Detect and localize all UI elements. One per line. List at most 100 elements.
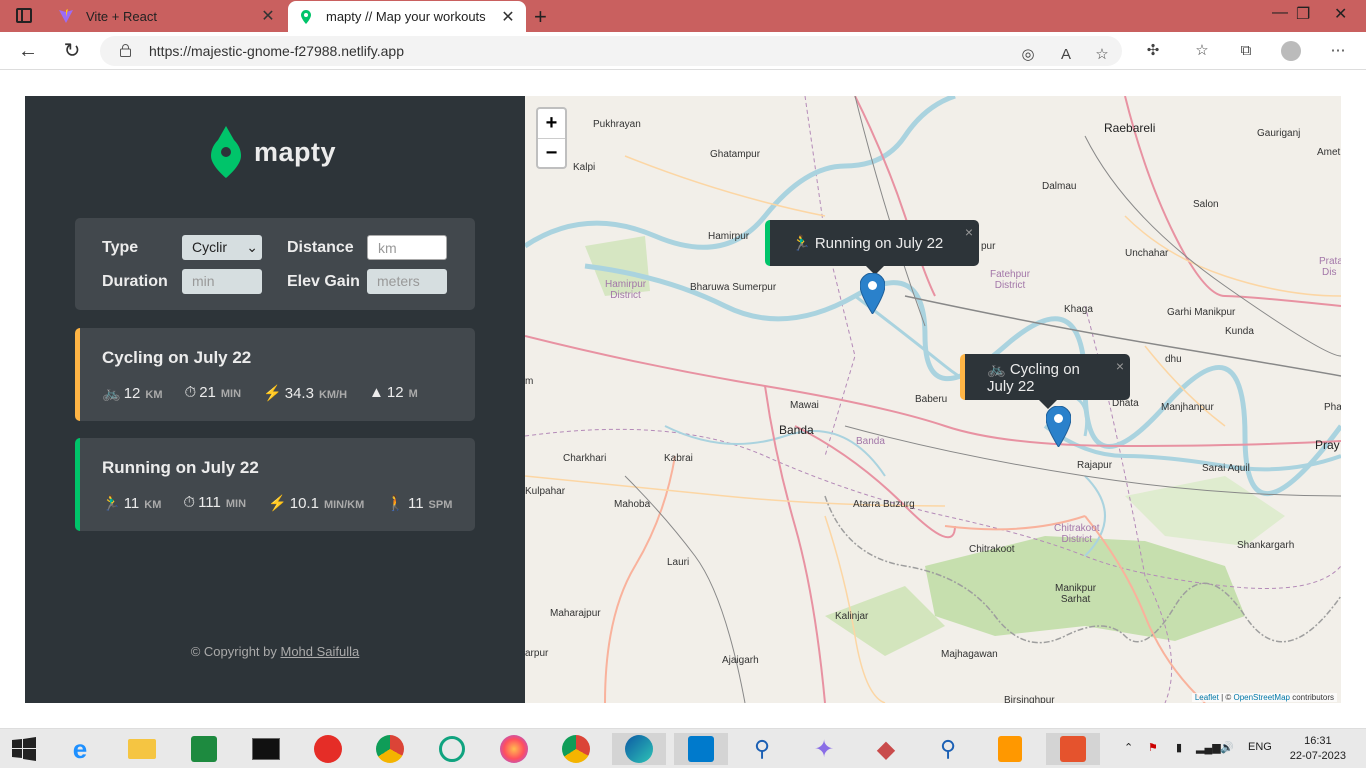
duration-input[interactable]: min (182, 269, 262, 294)
workout-item-cycling[interactable]: Cycling on July 22 🚲 12 KM ⏱ 21 MIN ⚡ 34.3 KM/… (75, 328, 475, 421)
windows-start-icon[interactable] (8, 733, 40, 765)
back-icon[interactable]: ← (14, 38, 42, 64)
vscode-icon[interactable] (674, 733, 728, 765)
type-label: Type (102, 238, 139, 256)
elev-gain-input[interactable]: meters (367, 269, 447, 294)
read-aloud-icon[interactable]: A (1056, 45, 1076, 65)
unit-label: KM/H (318, 389, 348, 401)
app-icon[interactable] (1046, 733, 1100, 765)
place-label: Unchahar (1125, 248, 1169, 259)
new-tab-button[interactable]: + (534, 4, 547, 30)
leaflet-link[interactable]: Leaflet (1195, 693, 1219, 702)
refresh-icon[interactable]: ↻ (58, 38, 86, 64)
tab-actions-icon[interactable] (16, 8, 32, 23)
language-indicator[interactable]: ENG (1248, 741, 1272, 753)
network-error-icon[interactable]: ⚑ (1148, 741, 1158, 754)
cycling-popup[interactable]: 🚲 Cycling on July 22 × (960, 354, 1130, 409)
search-icon[interactable]: ⚲ (932, 733, 964, 765)
place-label: Kalpi (573, 162, 596, 173)
footsteps-icon: 🚶 (386, 495, 405, 512)
zoom-out-button[interactable]: − (538, 138, 565, 167)
more-menu-icon[interactable]: ⋯ (1328, 41, 1348, 61)
figma-icon[interactable]: ◆ (870, 733, 902, 765)
excel-icon[interactable] (188, 733, 220, 765)
tab-title: Vite + React (86, 8, 157, 24)
unit-label: MIN (225, 498, 247, 510)
mountain-icon: ▲ (369, 384, 384, 401)
chrome-profile-icon[interactable] (560, 733, 592, 765)
map[interactable]: Pukhrayan Ghatampur Kalpi Raebareli Gaur… (525, 96, 1341, 703)
show-hidden-icons-icon[interactable]: ⌃ (1124, 741, 1133, 754)
file-explorer-icon[interactable] (126, 733, 158, 765)
running-popup[interactable]: 🏃‍♂ Running on July 22 × (765, 220, 979, 275)
place-label: Sarai Aquil (1202, 463, 1250, 474)
mapty-app: mapty Type Cyclir ⌄ Distance km Duration… (25, 96, 1341, 703)
place-label: Birsinghpur (1004, 695, 1055, 703)
search-icon[interactable]: ⚲ (746, 733, 778, 765)
unit-label: SPM (428, 499, 453, 511)
place-label: Kunda (1225, 326, 1254, 337)
workout-item-running[interactable]: Running on July 22 🏃‍♂ 11 KM ⏱ 111 MIN ⚡ 10.1… (75, 438, 475, 531)
popup-close-button[interactable]: × (1116, 358, 1124, 374)
place-label: Prata (1319, 256, 1341, 267)
logo-pin-icon (211, 126, 241, 178)
place-label: Salon (1193, 199, 1219, 210)
location-icon[interactable]: ◎ (1018, 45, 1038, 65)
author-link[interactable]: Mohd Saifulla (281, 644, 360, 659)
stopwatch-icon: ⏱ (184, 384, 197, 401)
osm-link[interactable]: OpenStreetMap (1233, 693, 1289, 702)
url-field[interactable]: https://majestic-gnome-f27988.netlify.ap… (100, 36, 1122, 66)
workout-title: Running on July 22 (102, 458, 259, 477)
volume-icon[interactable]: 🔊 (1220, 741, 1234, 754)
profile-avatar[interactable] (1281, 41, 1301, 61)
place-label: Raebareli (1104, 121, 1156, 135)
clock[interactable]: 16:31 22-07-2023 (1290, 734, 1346, 764)
workout-title: Cycling on July 22 (102, 348, 252, 367)
terminal-icon[interactable] (250, 733, 282, 765)
tab-mapty[interactable]: mapty // Map your workouts ✕ (288, 1, 526, 32)
extensions-icon[interactable]: ✣ (1143, 41, 1163, 61)
tab-close-icon[interactable]: ✕ (258, 6, 278, 26)
distance-label: Distance (287, 238, 354, 256)
distance-input[interactable]: km (367, 235, 447, 260)
zoom-in-button[interactable]: + (538, 109, 565, 138)
tab-vite-react[interactable]: Vite + React ✕ (48, 0, 286, 32)
place-label: Pray (1315, 438, 1340, 452)
place-label: Baberu (915, 394, 948, 405)
browser-tab-bar: Vite + React ✕ mapty // Map your workout… (0, 0, 1366, 32)
workout-duration: 21 (199, 384, 216, 401)
district-label: Chitrakoot District (1054, 523, 1100, 545)
type-select-value: Cyclir (192, 239, 227, 255)
map-marker-icon[interactable] (1046, 406, 1071, 447)
place-label: Mawai (790, 400, 819, 411)
battery-icon[interactable]: ▮ (1176, 741, 1182, 754)
duration-label: Duration (102, 272, 168, 290)
favorites-icon[interactable]: ☆ (1192, 41, 1212, 61)
map-marker-icon[interactable] (860, 273, 885, 314)
type-select[interactable]: Cyclir ⌄ (182, 235, 262, 260)
sublime-text-icon[interactable] (994, 733, 1026, 765)
place-label: Pha (1324, 402, 1341, 413)
edge-icon[interactable] (612, 733, 666, 765)
tab-close-icon[interactable]: ✕ (498, 7, 518, 27)
minimize-button[interactable]: — (1272, 4, 1288, 22)
place-label: Chitrakoot (969, 544, 1015, 555)
firefox-icon[interactable] (498, 733, 530, 765)
bard-sparkle-icon[interactable]: ✦ (808, 733, 840, 765)
workout-duration: 111 (198, 494, 221, 511)
maximize-button[interactable]: ❐ (1296, 4, 1310, 24)
place-label: Maharajpur (550, 608, 601, 619)
place-label: Khaga (1064, 304, 1093, 315)
place-label: Gauriganj (1257, 128, 1301, 139)
add-favorite-icon[interactable]: ☆ (1092, 45, 1112, 65)
chatgpt-icon[interactable] (436, 733, 468, 765)
collections-icon[interactable]: ⧉ (1236, 41, 1256, 61)
popup-close-button[interactable]: × (965, 224, 973, 240)
chrome-icon[interactable] (374, 733, 406, 765)
youtube-music-icon[interactable] (312, 733, 344, 765)
internet-explorer-icon[interactable]: e (64, 733, 96, 765)
close-window-button[interactable]: ✕ (1334, 4, 1347, 24)
wifi-icon[interactable]: ▂▄▆ (1196, 741, 1221, 754)
workout-cadence: 11 (407, 495, 424, 512)
copyright-text: © Copyright by (190, 644, 277, 659)
